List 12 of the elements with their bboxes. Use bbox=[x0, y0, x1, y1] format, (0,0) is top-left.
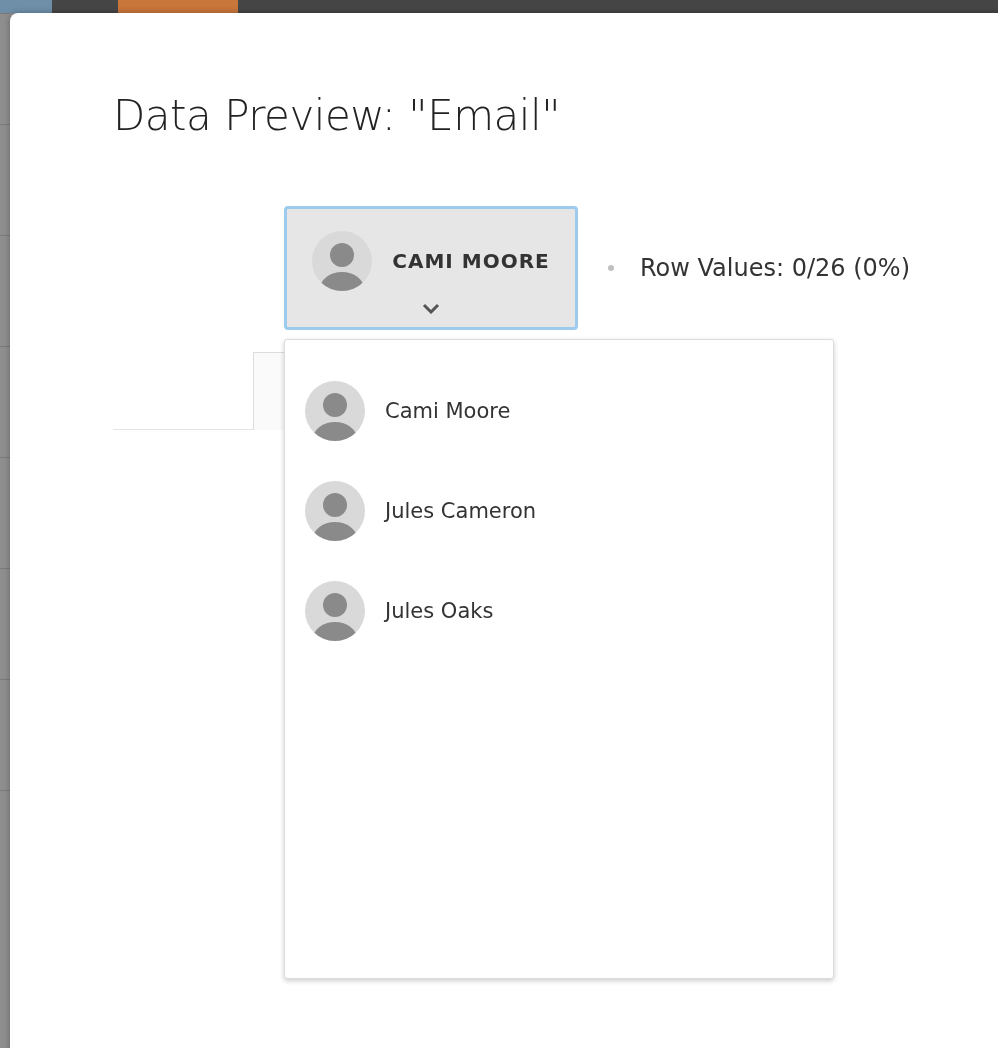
menu-item[interactable]: Jules Oaks bbox=[285, 561, 833, 661]
avatar-icon bbox=[305, 581, 365, 641]
menu-item[interactable]: Cami Moore bbox=[285, 361, 833, 461]
avatar-icon bbox=[305, 381, 365, 441]
separator-dot bbox=[608, 265, 614, 271]
user-dropdown-button[interactable]: CAMI MOORE bbox=[284, 206, 578, 330]
row-values-text: Row Values: 0/26 (0%) bbox=[640, 254, 910, 282]
menu-item[interactable]: Jules Cameron bbox=[285, 461, 833, 561]
logo-strip bbox=[0, 0, 52, 13]
avatar-icon bbox=[305, 481, 365, 541]
chevron-down-icon bbox=[422, 302, 440, 314]
dialog-title: Data Preview: "Email" bbox=[113, 91, 561, 140]
